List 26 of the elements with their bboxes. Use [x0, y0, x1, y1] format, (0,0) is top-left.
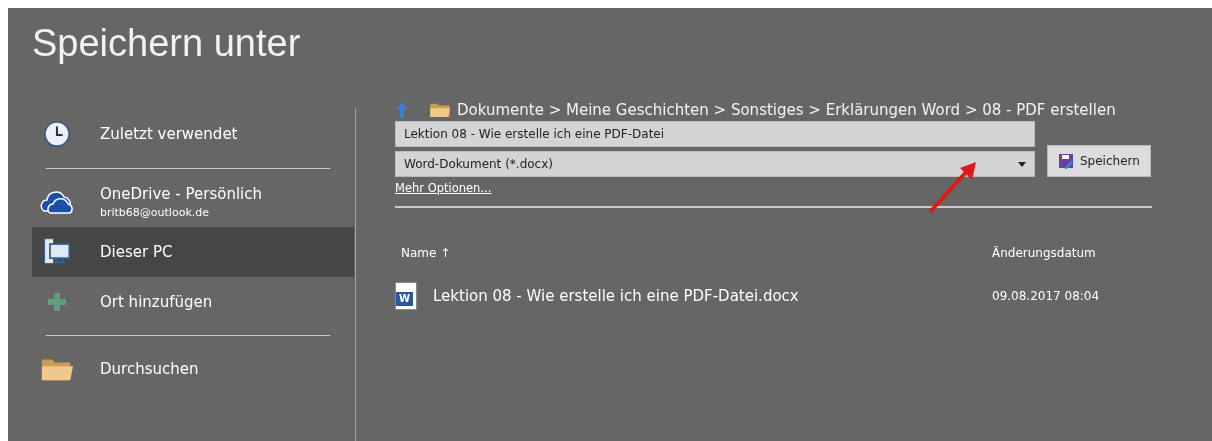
save-button[interactable]: Speichern	[1047, 145, 1151, 177]
place-label: Zuletzt verwendet	[100, 125, 238, 143]
file-name[interactable]: Lektion 08 - Wie erstelle ich eine PDF-Datei.docx	[433, 287, 799, 305]
up-arrow-icon[interactable]	[395, 101, 409, 119]
page-title: Speichern unter	[31, 21, 302, 66]
place-item[interactable]: Ort hinzufügen	[32, 277, 354, 327]
folder-icon	[429, 102, 451, 118]
place-item[interactable]: Dieser PC	[32, 227, 354, 277]
breadcrumb-path[interactable]: Dokumente > Meine Geschichten > Sonstiges > Erklärungen Word > 08 - PDF erstellen	[457, 101, 1116, 119]
place-label: OneDrive - Persönlich	[100, 185, 262, 203]
place-label: Ort hinzufügen	[100, 293, 213, 311]
word-document-icon: W	[395, 282, 417, 310]
place-item[interactable]: Durchsuchen	[32, 344, 354, 394]
filetype-dropdown[interactable]: Word-Dokument (*.docx)	[395, 151, 1035, 177]
plus-icon	[47, 292, 67, 312]
account-email: britb68@outlook.de	[100, 206, 210, 219]
caret-icon	[1018, 161, 1026, 167]
file-date: 09.08.2017 08:04	[992, 289, 1101, 303]
place-label: Durchsuchen	[100, 360, 199, 378]
filename-field[interactable]: Lektion 08 - Wie erstelle ich eine PDF-Datei	[395, 121, 1035, 147]
place-item[interactable]: OneDrive - Persönlich britb68@outlook.de	[32, 177, 354, 227]
place-item[interactable]: Zuletzt verwendet	[32, 108, 354, 160]
column-header[interactable]: Name ↑	[395, 246, 992, 260]
more-options-link[interactable]: Mehr Optionen...	[395, 181, 492, 195]
place-label: Dieser PC	[100, 243, 173, 261]
column-header[interactable]: Änderungsdatum	[992, 246, 1152, 260]
